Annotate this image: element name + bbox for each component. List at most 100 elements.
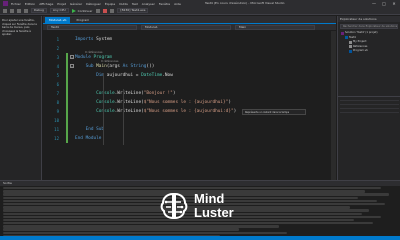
window-title: Test4 (En cours d'exécution) - Microsoft… [205,1,285,5]
back-icon[interactable] [3,8,7,13]
code-token: ) [233,109,237,114]
maximize-button[interactable]: □ [380,1,388,6]
watermark-line1: Mind [194,191,225,206]
continue-button[interactable]: Continuer [71,8,92,13]
code-line[interactable]: 12 End Module [43,134,336,143]
menu-item[interactable]: Affichage [39,2,53,6]
code-token: .Now [162,73,173,78]
solution-tree-item[interactable]: Program.vb [338,49,400,54]
menu-bar: Fichier Edition Affichage Projet Générer Débo… [11,2,185,6]
code-line[interactable]: 4− Sub Main(args As String()) 0 référence… [43,59,336,71]
code-line[interactable]: 6 [43,80,336,89]
code-line[interactable]: 8 Console.WriteLine($"Nous sommes le : {… [43,98,336,107]
solution-search-input[interactable]: Rechercher dans Explorateur de solutions [340,24,398,29]
change-marker [66,125,68,134]
stop-icon[interactable] [103,8,108,13]
tree-node-icon [349,45,352,49]
line-number: 8 [56,100,59,105]
code-line[interactable]: 11 End Sub [43,125,336,134]
menu-item[interactable]: Générer [70,2,82,6]
close-button[interactable]: ✕ [390,1,398,6]
quick-info-tooltip: Représente un instant dans le temps [242,109,306,115]
code-token: Console [75,109,115,114]
change-marker [66,107,68,116]
line-number: 12 [54,136,59,141]
code-token: ) [228,100,231,105]
line-number: 9 [56,109,59,114]
restart-icon[interactable] [110,8,115,13]
change-marker [66,53,68,62]
save-icon[interactable] [17,8,21,13]
code-token: .WriteLine( [114,109,144,114]
undo-icon[interactable] [24,8,28,13]
tab-program[interactable]: Program [72,17,93,23]
pause-icon[interactable] [96,8,101,13]
configuration-select[interactable]: Debug [31,8,47,13]
code-line[interactable]: 7 Console.WriteLine("Bonjour !") [43,89,336,98]
codelens-references[interactable]: 0 références [85,50,102,54]
play-icon [71,8,76,13]
code-token: End Sub [75,127,105,132]
forward-icon[interactable] [10,8,14,13]
code-token: $"Nous sommes le : {aujourdhui:d}" [143,109,234,114]
code-area[interactable]: 1 Imports System 2 3− Module Program 0 référe… [43,31,336,180]
code-token: DateTime [141,73,163,78]
tree-node-icon [341,31,344,35]
change-marker [66,134,68,143]
project-dropdown[interactable]: Test4 [47,24,137,30]
code-line[interactable]: 5 Dim aujourdhui = DateTime.Now [43,71,336,80]
line-number: 3 [56,55,59,60]
code-token: "Bonjour !" [143,91,173,96]
change-marker [66,71,68,80]
member-dropdown[interactable]: Main [235,24,315,30]
code-token: String [130,64,147,69]
code-line[interactable]: 1 Imports System [43,35,336,44]
code-token: Imports [75,37,97,42]
solution-explorer: Explorateur de solutions Rechercher dans… [337,16,400,180]
collapse-icon[interactable]: − [70,64,74,68]
output-line [3,225,279,228]
codelens-references[interactable]: 0 références [101,59,118,63]
property-row[interactable] [340,109,399,113]
code-token: aujourdhui = [106,73,142,78]
code-token: Dim [75,73,107,78]
solution-tree: Solution 'Test4' (1 projet) Test4 My Proje… [338,31,400,54]
code-text: Console.WriteLine($"Nous sommes le : {au… [75,107,236,116]
menu-item[interactable]: Fichier [11,2,21,6]
document-tabs: Module1.vb Program [43,16,336,23]
menu-item[interactable]: Fenêtre [159,2,170,6]
menu-item[interactable]: Aide [174,2,181,6]
properties-panel [338,96,400,180]
code-token: Module [75,55,94,60]
platform-select[interactable]: Any CPU [49,8,69,13]
menu-item[interactable]: Équipe [105,2,115,6]
menu-item[interactable]: Déboguer [86,2,101,6]
line-number: 7 [56,91,59,96]
code-token: .WriteLine( [114,91,144,96]
code-text: End Sub [75,125,105,134]
minimize-button[interactable]: — [370,1,378,6]
collapse-icon[interactable]: − [70,55,74,59]
tab-module1[interactable]: Module1.vb [45,17,71,23]
tree-node-icon [349,40,352,44]
menu-item[interactable]: Analyser [142,2,155,6]
process-select[interactable]: [8236] Test4.exe [117,8,149,13]
indent-guide [123,89,124,145]
change-marker [66,98,68,107]
vertical-scrollbar[interactable] [331,31,336,180]
tool-window-hint: Pour ajouter une fenêtre, cliquez sur Fe… [2,19,37,37]
tree-node-icon [349,49,352,53]
type-dropdown[interactable]: Module1 [141,24,231,30]
code-token: Main [96,64,107,69]
code-token: $"Nous sommes le : {aujourdhui}" [143,100,229,105]
code-line[interactable]: 10 [43,116,336,125]
code-token: Console [75,91,115,96]
menu-item[interactable]: Edition [25,2,35,6]
code-line[interactable]: 3− Module Program 0 références [43,50,336,62]
menu-item[interactable]: Outils [119,2,128,6]
code-token: As [122,64,131,69]
status-bar [0,236,400,240]
code-token: ()) [146,64,155,69]
menu-item[interactable]: Test [132,2,138,6]
menu-item[interactable]: Projet [57,2,66,6]
